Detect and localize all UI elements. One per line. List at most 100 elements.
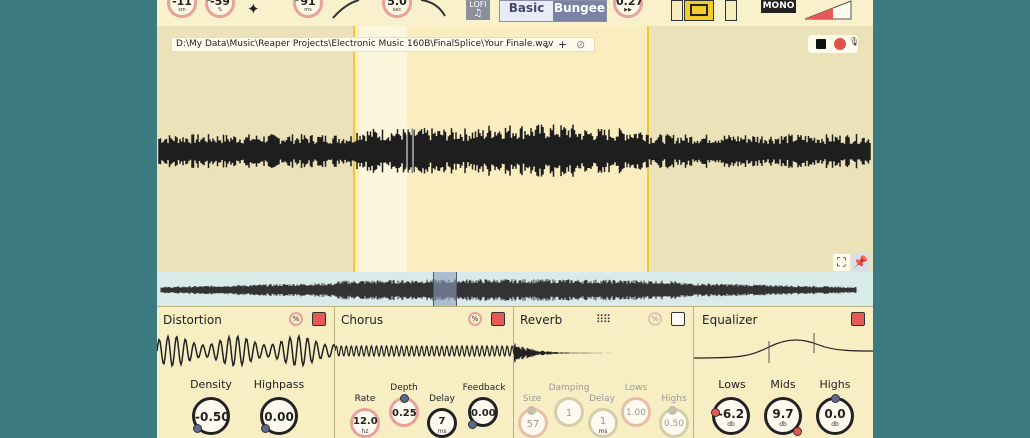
distortion-mix-knob[interactable]: % xyxy=(289,312,303,326)
density-knob[interactable]: -0.50 xyxy=(192,397,230,435)
music-note-icon: ♫ xyxy=(473,8,483,19)
damping-label: Damping xyxy=(548,383,590,393)
audio-editor-app: -11 sm -59 % ✦ 91 ms 5.0 sec LOFI ♫ Basi… xyxy=(157,0,873,438)
record-icon[interactable] xyxy=(834,38,846,50)
latency-knob[interactable]: 91 ms xyxy=(293,0,323,18)
equalizer-title: Equalizer xyxy=(702,313,758,327)
waveform-view[interactable]: D:\My Data\Music\Reaper Projects\Electro… xyxy=(157,26,873,272)
rate-knob[interactable]: 12.0 hz xyxy=(350,408,380,438)
loop-end-button[interactable] xyxy=(725,0,737,21)
distortion-panel: Distortion % Density Highpass -0.50 0.00 xyxy=(157,306,335,438)
mode-selector: Basic Bungee xyxy=(499,0,607,22)
reverb-enable-toggle[interactable] xyxy=(671,312,685,326)
reverb-highs-label: Highs xyxy=(661,394,687,404)
loop-toggle-button[interactable] xyxy=(684,0,714,21)
chorus-delay-value: 7 xyxy=(438,416,446,427)
lofi-button[interactable]: LOFI ♫ xyxy=(466,0,490,20)
eq-lows-unit: db xyxy=(727,421,735,428)
formant-knob[interactable]: -59 % xyxy=(205,0,235,18)
mode-bungee-button[interactable]: Bungee xyxy=(553,1,606,21)
overview-viewport-handle[interactable] xyxy=(433,272,457,306)
damping-value: 1 xyxy=(565,408,573,419)
chorus-panel: Chorus % Rate Depth Delay Feedback 12.0 … xyxy=(335,306,514,438)
eq-lows-knob[interactable]: -6.2 db xyxy=(711,397,750,435)
feedback-handle[interactable] xyxy=(468,420,477,429)
eq-lows-value: -6.2 xyxy=(717,407,745,421)
add-file-icon[interactable]: + xyxy=(558,38,567,51)
reverb-lows-knob[interactable]: 1.00 xyxy=(621,397,651,427)
fade-curve-icon[interactable] xyxy=(331,0,361,20)
eq-mids-knob[interactable]: 9.7 db xyxy=(764,397,802,436)
mono-button[interactable]: MONO xyxy=(761,0,796,13)
grid-menu-icon[interactable]: ⠿⠿ xyxy=(596,313,611,326)
damping-knob[interactable]: 1 xyxy=(554,397,584,427)
distortion-title: Distortion xyxy=(163,313,222,327)
feedback-knob[interactable]: 0.00 xyxy=(468,397,498,429)
size-value: 57 xyxy=(526,419,540,430)
latency-unit: ms xyxy=(304,7,312,13)
reverb-decay-graphic xyxy=(514,343,612,363)
mode-basic-button[interactable]: Basic xyxy=(500,1,553,21)
equalizer-enable-toggle[interactable] xyxy=(851,312,865,326)
depth-label: Depth xyxy=(390,383,418,393)
reverb-lows-label: Lows xyxy=(624,383,648,393)
chorus-title: Chorus xyxy=(341,313,384,327)
eq-highs-unit: db xyxy=(831,421,839,428)
waveform-overview[interactable] xyxy=(157,272,873,306)
eq-highs-handle[interactable] xyxy=(831,394,840,403)
reverb-highs-knob[interactable]: 0.50 xyxy=(659,406,689,438)
magic-wand-icon[interactable]: ✦ xyxy=(247,0,260,18)
reverb-delay-label: Delay xyxy=(589,394,615,404)
loop-icon xyxy=(690,4,708,16)
speed-knob[interactable]: 0.27 ▶▶ xyxy=(613,0,643,18)
link-icon[interactable]: ⊘ xyxy=(576,38,585,51)
depth-knob[interactable]: 0.25 xyxy=(389,394,419,427)
eq-highs-value: 0.0 xyxy=(824,407,846,421)
pitch-knob[interactable]: -11 sm xyxy=(167,0,197,18)
highpass-value: 0.00 xyxy=(264,410,294,424)
reverb-delay-knob[interactable]: 1 ms xyxy=(588,408,618,438)
reverb-mix-knob[interactable]: % xyxy=(648,312,662,326)
duration-unit: sec xyxy=(392,7,402,13)
eq-lows-label: Lows xyxy=(718,378,746,391)
volume-ramp[interactable] xyxy=(803,0,853,20)
overview-waveform-graphic xyxy=(160,279,857,301)
file-path-bar: D:\My Data\Music\Reaper Projects\Electro… xyxy=(171,37,595,52)
size-knob[interactable]: 57 xyxy=(518,406,548,438)
chevron-down-icon[interactable]: ⌄ xyxy=(542,38,551,51)
stop-icon[interactable] xyxy=(816,39,826,49)
chorus-delay-unit: ms xyxy=(437,428,447,435)
density-handle[interactable] xyxy=(193,424,202,433)
pin-icon[interactable]: 📌 xyxy=(852,254,869,271)
fullscreen-icon[interactable]: ⛶ xyxy=(833,254,850,271)
reverb-delay-unit: ms xyxy=(598,428,608,435)
eq-highs-knob[interactable]: 0.0 db xyxy=(816,394,854,435)
loop-start-button[interactable] xyxy=(671,0,683,21)
toolbar: -11 sm -59 % ✦ 91 ms 5.0 sec LOFI ♫ Basi… xyxy=(157,0,873,26)
feedback-label: Feedback xyxy=(462,383,506,393)
chorus-waveform-graphic xyxy=(335,344,514,358)
eq-lows-handle[interactable] xyxy=(711,408,720,417)
delay-knob[interactable]: 7 ms xyxy=(427,408,457,438)
chorus-mix-knob[interactable]: % xyxy=(468,312,482,326)
duration-knob[interactable]: 5.0 sec xyxy=(382,0,412,18)
chorus-enable-toggle[interactable] xyxy=(491,312,505,326)
eq-mids-handle[interactable] xyxy=(793,427,802,436)
depth-value: 0.25 xyxy=(392,408,417,419)
record-controls: 🎙 xyxy=(808,35,859,53)
reverb-highs-handle[interactable] xyxy=(668,406,677,415)
size-label: Size xyxy=(522,394,542,404)
depth-handle[interactable] xyxy=(400,394,409,403)
microphone-icon[interactable]: 🎙 xyxy=(849,37,859,46)
release-curve-icon[interactable] xyxy=(419,0,447,20)
highpass-label: Highpass xyxy=(253,378,305,391)
reverb-panel: Reverb ⠿⠿ % Size Damping Delay Lows High… xyxy=(514,306,694,438)
highpass-knob[interactable]: 0.00 xyxy=(260,397,298,435)
highpass-handle[interactable] xyxy=(261,424,270,433)
size-handle[interactable] xyxy=(527,406,536,415)
reverb-title: Reverb xyxy=(520,313,563,327)
distortion-enable-toggle[interactable] xyxy=(312,312,326,326)
eq-highs-label: Highs xyxy=(819,378,851,391)
feedback-value: 0.00 xyxy=(471,408,496,419)
waveform-graphic xyxy=(158,124,871,177)
